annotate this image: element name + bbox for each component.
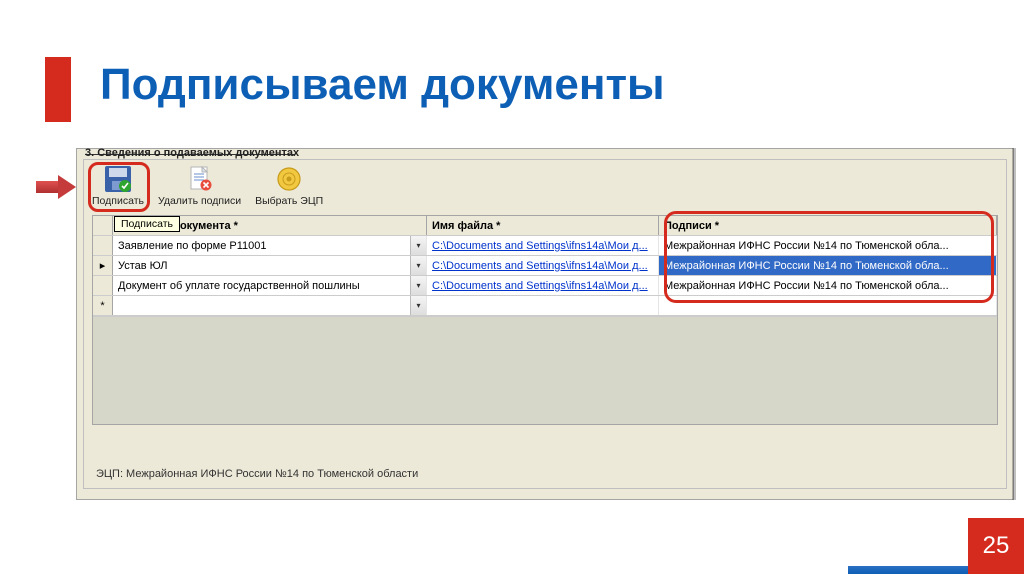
- table-row[interactable]: ▸ Устав ЮЛ ▾ C:\Documents and Settings\i…: [93, 256, 997, 276]
- row-marker: [93, 276, 113, 295]
- header-marker: [93, 216, 113, 235]
- section-heading: 3. Сведения о подаваемых документах: [85, 147, 299, 159]
- delete-signatures-label: Удалить подписи: [158, 195, 241, 207]
- sign-button[interactable]: Подписать: [92, 165, 144, 207]
- callout-arrow-icon: [36, 175, 78, 199]
- row-marker: ▸: [93, 256, 113, 275]
- doc-name-text: Документ об уплате государственной пошли…: [118, 280, 360, 292]
- status-text: ЭЦП: Межрайонная ИФНС России №14 по Тюме…: [96, 468, 418, 480]
- sign-cell[interactable]: Межрайонная ИФНС России №14 по Тюменской…: [659, 236, 997, 255]
- app-window: 3. Сведения о подаваемых документах Подп…: [76, 148, 1014, 500]
- save-disk-icon: [103, 165, 133, 193]
- seal-icon: [274, 165, 304, 193]
- doc-name-text: Заявление по форме Р11001: [118, 240, 267, 252]
- header-signatures[interactable]: Подписи *: [659, 216, 997, 235]
- page-title: Подписываем документы: [100, 60, 665, 110]
- chevron-down-icon[interactable]: ▾: [410, 276, 426, 295]
- sign-cell-selected[interactable]: Межрайонная ИФНС России №14 по Тюменской…: [659, 256, 997, 275]
- page-number-badge: 25: [968, 518, 1024, 574]
- file-cell[interactable]: C:\Documents and Settings\ifns14a\Мои д.…: [427, 256, 659, 275]
- documents-table[interactable]: Название документа * Имя файла * Подписи…: [92, 215, 998, 425]
- file-cell[interactable]: C:\Documents and Settings\ifns14a\Мои д.…: [427, 236, 659, 255]
- table-row[interactable]: Заявление по форме Р11001 ▾ C:\Documents…: [93, 236, 997, 256]
- doc-name-text: Устав ЮЛ: [118, 260, 168, 272]
- title-accent-bar: [45, 57, 71, 122]
- table-row-new[interactable]: * ▾: [93, 296, 997, 316]
- status-bar: ЭЦП: Межрайонная ИФНС России №14 по Тюме…: [92, 464, 998, 484]
- footer-accent: [848, 566, 968, 574]
- sign-button-label: Подписать: [92, 195, 144, 207]
- doc-name-cell[interactable]: ▾: [113, 296, 427, 315]
- file-link[interactable]: C:\Documents and Settings\ifns14a\Мои д.…: [432, 240, 648, 252]
- row-marker: [93, 236, 113, 255]
- choose-ecp-label: Выбрать ЭЦП: [255, 195, 323, 207]
- table-header-row: Название документа * Имя файла * Подписи…: [93, 216, 997, 236]
- file-cell[interactable]: C:\Documents and Settings\ifns14a\Мои д.…: [427, 276, 659, 295]
- file-cell[interactable]: [427, 296, 659, 315]
- chevron-down-icon[interactable]: ▾: [410, 236, 426, 255]
- sign-cell[interactable]: Межрайонная ИФНС России №14 по Тюменской…: [659, 276, 997, 295]
- documents-panel: Подписать Удалить подписи: [83, 159, 1007, 489]
- delete-signatures-button[interactable]: Удалить подписи: [158, 165, 241, 207]
- toolbar: Подписать Удалить подписи: [92, 165, 323, 207]
- chevron-down-icon[interactable]: ▾: [410, 256, 426, 275]
- row-marker-new: *: [93, 296, 113, 315]
- choose-ecp-button[interactable]: Выбрать ЭЦП: [255, 165, 323, 207]
- sign-tooltip: Подписать: [114, 216, 180, 232]
- window-shadow: [1012, 148, 1016, 500]
- doc-name-cell[interactable]: Документ об уплате государственной пошли…: [113, 276, 427, 295]
- header-file-name[interactable]: Имя файла *: [427, 216, 659, 235]
- table-row[interactable]: Документ об уплате государственной пошли…: [93, 276, 997, 296]
- doc-name-cell[interactable]: Заявление по форме Р11001 ▾: [113, 236, 427, 255]
- chevron-down-icon[interactable]: ▾: [410, 296, 426, 315]
- file-link[interactable]: C:\Documents and Settings\ifns14a\Мои д.…: [432, 260, 648, 272]
- delete-sign-icon: [185, 165, 215, 193]
- table-empty-area: [93, 316, 997, 424]
- sign-cell[interactable]: [659, 296, 997, 315]
- file-link[interactable]: C:\Documents and Settings\ifns14a\Мои д.…: [432, 280, 648, 292]
- doc-name-cell[interactable]: Устав ЮЛ ▾: [113, 256, 427, 275]
